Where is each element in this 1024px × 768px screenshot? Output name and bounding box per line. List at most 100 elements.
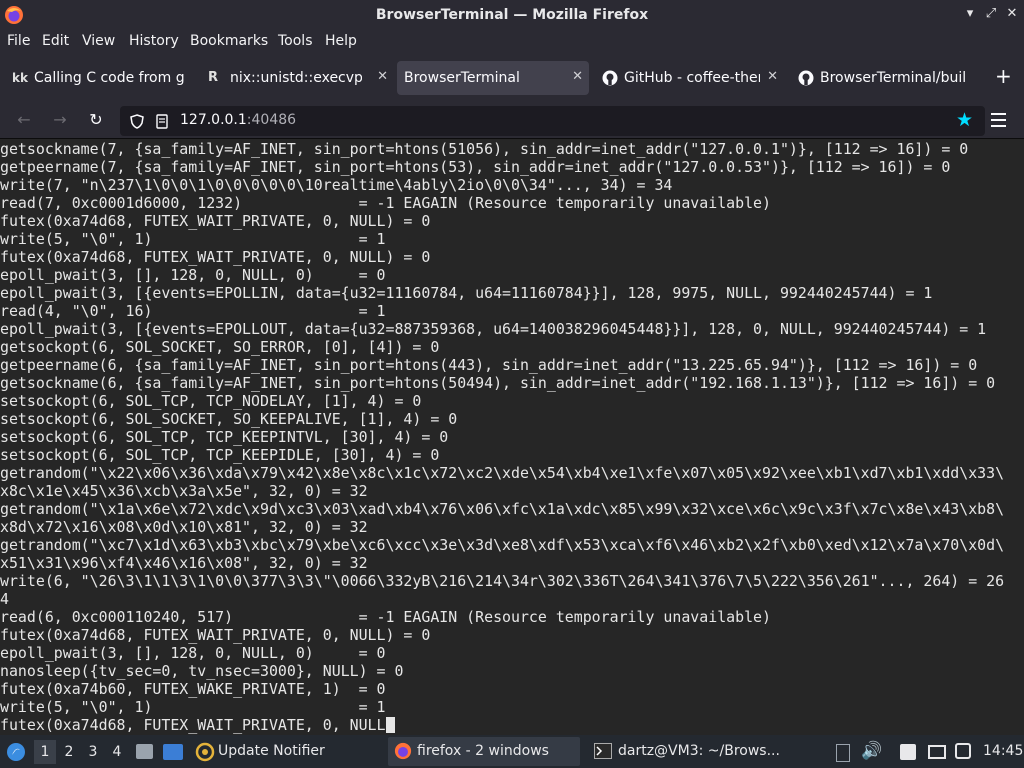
menu-file[interactable]: File [7, 33, 30, 49]
update-notifier-icon [195, 742, 215, 762]
terminal-line: setsockopt(6, SOL_TCP, TCP_KEEPINTVL, [3… [0, 428, 449, 446]
terminal-line: write(5, "\0", 1) = 1 [0, 698, 386, 716]
address-bar[interactable]: 127.0.0.1:40486 ★ [120, 106, 985, 136]
volume-icon[interactable]: 🔊 [861, 741, 882, 761]
terminal-line: getsockopt(6, SOL_SOCKET, SO_ERROR, [0],… [0, 338, 440, 356]
notifications-icon[interactable] [955, 743, 971, 759]
forward-arrow-icon[interactable]: → [50, 110, 70, 130]
tab-calling-c-code[interactable]: kk Calling C code from g [2, 61, 192, 95]
close-tab-icon[interactable]: ✕ [572, 69, 583, 84]
terminal-prompt-line: futex(0xa74d68, FUTEX_WAIT_PRIVATE, 0, N… [0, 716, 395, 734]
url-host: 127.0.0.1 [180, 112, 247, 128]
task-label: Update Notifier [218, 743, 325, 759]
page-info-icon[interactable] [156, 114, 168, 129]
menu-bookmarks[interactable]: Bookmarks [190, 33, 268, 49]
url-port: :40486 [246, 112, 297, 128]
terminal-cursor [385, 717, 395, 733]
terminal-line: setsockopt(6, SOL_TCP, TCP_NODELAY, [1],… [0, 392, 422, 410]
terminal-line: read(7, 0xc0001d6000, 1232) = -1 EAGAIN … [0, 194, 771, 212]
github-icon [798, 70, 814, 86]
minimize-icon[interactable]: ▾ [962, 6, 978, 22]
tab-label: nix::unistd::execvpe [230, 70, 362, 86]
window-titlebar: BrowserTerminal — Mozilla Firefox ▾ ⤢ ✕ [0, 0, 1024, 30]
terminal-line: epoll_pwait(3, [{events=EPOLLIN, data={u… [0, 284, 933, 302]
workspace-3[interactable]: 3 [82, 740, 104, 764]
maximize-icon[interactable]: ⤢ [983, 6, 999, 22]
tab-label: Calling C code from g [34, 70, 184, 86]
terminal-line: getrandom("\xc7\x1d\x63\xb3\xbc\x79\xbe\… [0, 536, 1005, 554]
new-tab-button[interactable]: + [995, 66, 1012, 86]
terminal-line: futex(0xa74d68, FUTEX_WAIT_PRIVATE, 0, N… [0, 716, 386, 734]
terminal-line: futex(0xa74d68, FUTEX_WAIT_PRIVATE, 0, N… [0, 212, 431, 230]
clipboard-icon[interactable] [836, 744, 850, 762]
reload-icon[interactable]: ↻ [86, 110, 106, 130]
tab-browserterminal-build[interactable]: BrowserTerminal/buil [788, 61, 980, 95]
workspace-2[interactable]: 2 [58, 740, 80, 764]
back-arrow-icon[interactable]: ← [14, 110, 34, 130]
shield-icon[interactable] [130, 114, 144, 129]
close-window-icon[interactable]: ✕ [1004, 6, 1020, 22]
terminal-line: x8c\x1e\x45\x36\xcb\x3a\x5e", 32, 0) = 3… [0, 482, 368, 500]
terminal-line: setsockopt(6, SOL_TCP, TCP_KEEPIDLE, [30… [0, 446, 440, 464]
terminal-line: write(5, "\0", 1) = 1 [0, 230, 386, 248]
url-text[interactable]: 127.0.0.1:40486 [180, 112, 296, 128]
task-label: firefox - 2 windows [417, 743, 549, 759]
terminal-line: getpeername(7, {sa_family=AF_INET, sin_p… [0, 158, 951, 176]
clock: 14:45 [983, 743, 1024, 759]
terminal-line: getpeername(6, {sa_family=AF_INET, sin_p… [0, 356, 978, 374]
terminal-line: getrandom("\x22\x06\x36\xda\x79\x42\x8e\… [0, 464, 1005, 482]
trash-icon[interactable] [136, 744, 153, 759]
menu-help[interactable]: Help [325, 33, 357, 49]
taskbar: 1 2 3 4 Update Notifier firefox - 2 wind… [0, 735, 1024, 768]
bookmark-star-icon[interactable]: ★ [956, 109, 973, 131]
task-update-notifier[interactable]: Update Notifier [193, 741, 377, 765]
tab-strip: kk Calling C code from g R nix::unistd::… [0, 52, 1024, 102]
github-icon [602, 70, 618, 86]
show-desktop-icon[interactable] [163, 744, 183, 760]
menu-tools[interactable]: Tools [278, 33, 313, 49]
start-menu-icon[interactable] [6, 742, 26, 762]
terminal-line: futex(0xa74b60, FUTEX_WAKE_PRIVATE, 1) =… [0, 680, 386, 698]
menu-history[interactable]: History [129, 33, 179, 49]
firefox-icon [394, 742, 412, 760]
terminal-icon [594, 743, 612, 759]
task-firefox[interactable]: firefox - 2 windows [388, 737, 580, 766]
terminal-line: epoll_pwait(3, [{events=EPOLLOUT, data={… [0, 320, 987, 338]
window-title: BrowserTerminal — Mozilla Firefox [375, 7, 649, 23]
notes-icon[interactable] [900, 744, 916, 760]
terminal-line: 4 [0, 590, 9, 608]
workspace-1[interactable]: 1 [34, 740, 56, 764]
terminal-line: x51\x31\x96\xf4\x46\x16\x08", 32, 0) = 3… [0, 554, 368, 572]
terminal-line: nanosleep({tv_sec=0, tv_nsec=3000}, NULL… [0, 662, 404, 680]
menu-edit[interactable]: Edit [42, 33, 69, 49]
rust-favicon-icon: R [208, 70, 219, 85]
terminal-line: getsockname(6, {sa_family=AF_INET, sin_p… [0, 374, 996, 392]
terminal-line: epoll_pwait(3, [], 128, 0, NULL, 0) = 0 [0, 644, 386, 662]
terminal-output[interactable]: getsockname(7, {sa_family=AF_INET, sin_p… [0, 139, 1024, 735]
terminal-line: x8d\x72\x16\x08\x0d\x10\x81", 32, 0) = 3… [0, 518, 368, 536]
terminal-line: futex(0xa74d68, FUTEX_WAIT_PRIVATE, 0, N… [0, 248, 431, 266]
network-icon[interactable] [928, 745, 946, 759]
nav-toolbar: ← → ↻ 127.0.0.1:40486 ★ [0, 102, 1024, 139]
app-menu-button[interactable] [991, 110, 1007, 130]
task-terminal[interactable]: dartz@VM3: ~/Brows... [590, 741, 790, 765]
terminal-line: futex(0xa74d68, FUTEX_WAIT_PRIVATE, 0, N… [0, 626, 431, 644]
close-tab-icon[interactable]: ✕ [767, 69, 778, 84]
task-label: dartz@VM3: ~/Brows... [618, 743, 780, 759]
terminal-line: epoll_pwait(3, [], 128, 0, NULL, 0) = 0 [0, 266, 386, 284]
tab-browserterminal[interactable]: BrowserTerminal ✕ [397, 61, 589, 95]
terminal-line: setsockopt(6, SOL_SOCKET, SO_KEEPALIVE, … [0, 410, 458, 428]
terminal-line: write(6, "\26\3\1\1\3\1\0\0\377\3\3\"\00… [0, 572, 1005, 590]
terminal-line: getrandom("\x1a\x6e\x72\xdc\x9d\xc3\x03\… [0, 500, 1005, 518]
tab-nix-unistd[interactable]: R nix::unistd::execvpe ✕ [198, 61, 394, 95]
terminal-line: read(4, "\0", 16) = 1 [0, 302, 386, 320]
tab-label: BrowserTerminal [404, 70, 520, 86]
terminal-line: getsockname(7, {sa_family=AF_INET, sin_p… [0, 140, 969, 158]
tab-label: BrowserTerminal/buil [820, 70, 967, 86]
workspace-4[interactable]: 4 [106, 740, 128, 764]
tab-github-coffee[interactable]: GitHub - coffee-them ✕ [592, 61, 784, 95]
menu-view[interactable]: View [82, 33, 115, 49]
kk-favicon-icon: kk [12, 71, 28, 85]
terminal-line: read(6, 0xc000110240, 517) = -1 EAGAIN (… [0, 608, 771, 626]
close-tab-icon[interactable]: ✕ [377, 69, 388, 84]
